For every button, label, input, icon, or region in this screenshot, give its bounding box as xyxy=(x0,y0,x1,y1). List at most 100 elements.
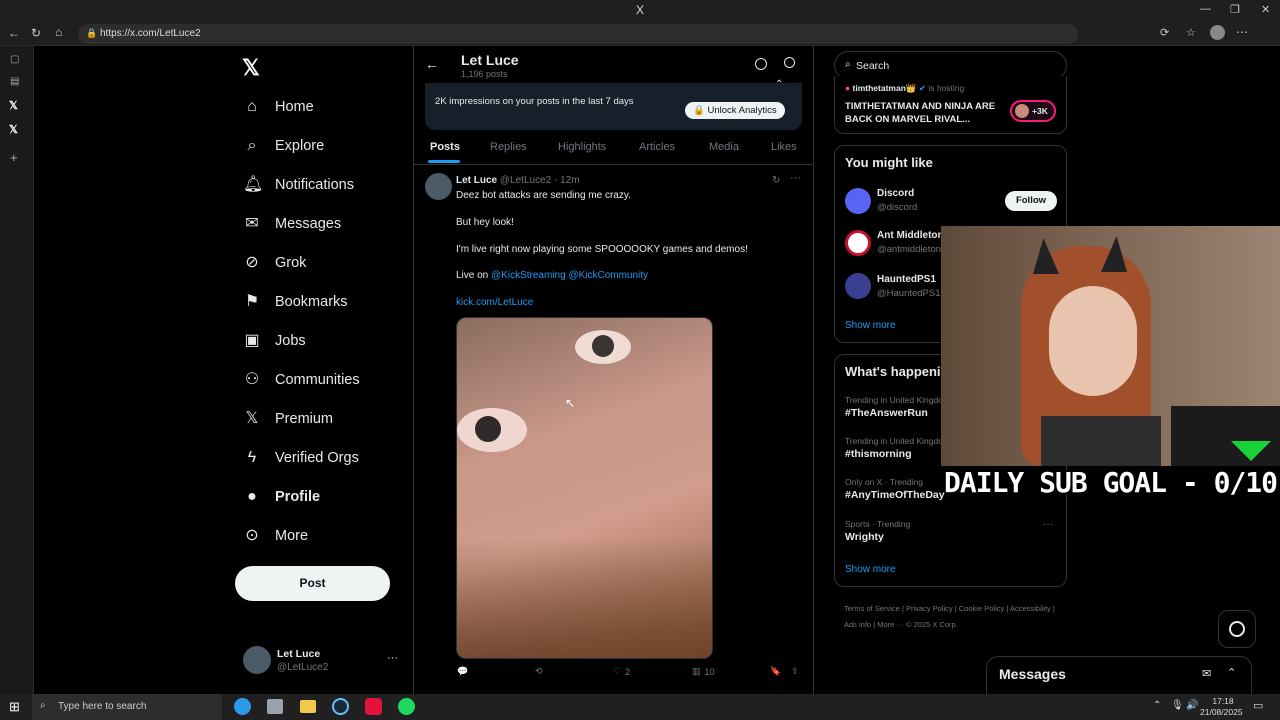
taskbar-search-input[interactable]: Type here to search xyxy=(58,701,146,712)
show-more-link[interactable]: Show more xyxy=(845,320,896,331)
footer-link[interactable]: Ads info xyxy=(844,620,871,629)
tweet-more-icon[interactable]: ··· xyxy=(790,172,801,184)
taskbar-search[interactable]: ⌕ Type here to search xyxy=(32,694,222,720)
spotify-icon[interactable] xyxy=(398,698,415,715)
tray-chevron-icon[interactable]: ⌃ xyxy=(1153,700,1161,711)
footer-link[interactable]: Privacy Policy xyxy=(906,604,953,613)
footer-link[interactable]: Accessibility xyxy=(1010,604,1051,613)
favorites-icon[interactable]: ☆ xyxy=(1186,26,1196,39)
steam-icon[interactable] xyxy=(332,698,349,715)
home-browser-icon[interactable]: ⌂ xyxy=(55,25,62,39)
extensions-icon[interactable]: ⟳ xyxy=(1160,26,1169,39)
footer-link[interactable]: Terms of Service xyxy=(844,604,900,613)
trend-more-icon[interactable]: ··· xyxy=(1043,519,1053,530)
bookmark-button[interactable]: 🔖 xyxy=(770,666,781,677)
tweet-avatar[interactable] xyxy=(425,173,452,200)
back-arrow-icon[interactable]: ← xyxy=(425,56,439,72)
trend-item[interactable]: #TheAnswerRun xyxy=(845,407,928,419)
ant-avatar[interactable] xyxy=(845,230,871,256)
nav-item-premium[interactable]: 𝕏 Premium xyxy=(243,404,333,434)
notifications-tray-icon[interactable]: ▭ xyxy=(1253,699,1263,712)
avatar[interactable] xyxy=(243,646,271,674)
tab-actions-icon[interactable]: ▢ xyxy=(10,54,19,65)
restore-icon[interactable]: ❐ xyxy=(1230,3,1240,16)
x-logo-icon[interactable]: 𝕏 xyxy=(242,55,260,81)
tweet-media-image[interactable] xyxy=(456,317,713,659)
account-menu-icon[interactable]: ··· xyxy=(387,652,398,664)
clock-date[interactable]: 21/08/2025 xyxy=(1200,707,1243,717)
profile-avatar-icon[interactable] xyxy=(1210,25,1225,40)
file-explorer-icon[interactable] xyxy=(300,700,316,713)
record-app-icon[interactable] xyxy=(365,698,382,715)
expand-icon[interactable]: ⌃ xyxy=(1227,666,1236,679)
collapse-icon[interactable]: ⌃ xyxy=(775,79,783,90)
repost-button[interactable]: ⟲ xyxy=(535,666,543,677)
suggested-name[interactable]: Ant Middleton xyxy=(877,230,944,241)
trend-item[interactable]: #thismorning xyxy=(845,448,912,460)
nav-item-notifications[interactable]: 🔔︎ Notifications xyxy=(243,170,354,200)
nav-item-grok[interactable]: ⊘ Grok xyxy=(243,248,306,278)
refresh-icon[interactable]: ↻ xyxy=(31,26,41,40)
edge-icon[interactable] xyxy=(234,698,251,715)
microphone-icon[interactable]: 🎙 xyxy=(1171,700,1184,711)
volume-icon[interactable]: 🔊 xyxy=(1186,700,1198,711)
nav-item-more[interactable]: ⊙ More xyxy=(243,521,308,551)
suggested-name[interactable]: Discord xyxy=(877,188,914,199)
mention-kickstreaming[interactable]: @KickStreaming xyxy=(491,270,566,281)
like-button[interactable]: ♡ 2 xyxy=(613,666,630,677)
tab-likes[interactable]: Likes xyxy=(771,141,797,153)
grok-float-button[interactable] xyxy=(1218,610,1256,648)
tab-collection-icon[interactable]: ▤ xyxy=(10,76,19,87)
mention-kickcommunity[interactable]: @KickCommunity xyxy=(568,270,648,281)
suggested-name[interactable]: HauntedPS1 xyxy=(877,274,936,285)
follow-button[interactable]: Follow xyxy=(1005,191,1057,211)
search-input[interactable]: Search xyxy=(856,60,889,72)
live-space-card[interactable]: ● timthetatman👑 ✔ is hosting TIMTHETATMA… xyxy=(834,76,1067,134)
tab-replies[interactable]: Replies xyxy=(490,141,527,153)
unlock-analytics-button[interactable]: 🔒 Unlock Analytics xyxy=(685,102,785,119)
tab-media[interactable]: Media xyxy=(709,141,739,153)
tab-x-icon[interactable]: 𝕏 xyxy=(9,99,18,112)
nav-item-communities[interactable]: ⚇ Communities xyxy=(243,365,360,395)
footer-link[interactable]: Cookie Policy xyxy=(959,604,1004,613)
nav-item-jobs[interactable]: ▣ Jobs xyxy=(243,326,305,356)
nav-item-messages[interactable]: ✉ Messages xyxy=(243,209,341,239)
minimize-icon[interactable]: — xyxy=(1200,3,1211,15)
close-window-icon[interactable]: ✕ xyxy=(1261,3,1270,16)
tab-articles[interactable]: Articles xyxy=(639,141,675,153)
trend-item[interactable]: #AnyTimeOfTheDay xyxy=(845,489,945,501)
discord-avatar[interactable] xyxy=(845,188,871,214)
notes-app-icon[interactable] xyxy=(267,699,283,714)
nav-item-verified-orgs[interactable]: ϟ Verified Orgs xyxy=(243,443,359,473)
tab-x-icon[interactable]: 𝕏 xyxy=(9,123,18,136)
nav-item-bookmarks[interactable]: ⚑ Bookmarks xyxy=(243,287,348,317)
grok-tweet-icon[interactable]: ↻ xyxy=(772,175,780,186)
views-button[interactable]: ▥ 10 xyxy=(692,666,715,677)
clock-time[interactable]: 17:18 xyxy=(1206,696,1240,706)
messages-drawer[interactable]: Messages ✉ ⌃ xyxy=(986,656,1252,694)
tweet-author[interactable]: Let Luce xyxy=(456,175,497,186)
browser-menu-icon[interactable]: ⋯ xyxy=(1236,25,1248,39)
url-bar[interactable]: 🔒 https://x.com/LetLuce2 xyxy=(78,24,1078,44)
share-button[interactable]: ⇪ xyxy=(791,666,799,677)
nav-item-explore[interactable]: ⌕ Explore xyxy=(243,131,325,161)
tweet-handle[interactable]: @LetLuce2 xyxy=(500,175,551,186)
new-tab-icon[interactable]: + xyxy=(10,150,18,165)
search-profile-icon[interactable] xyxy=(784,57,795,68)
tweet-time[interactable]: · 12m xyxy=(554,175,580,186)
show-more-link[interactable]: Show more xyxy=(845,564,896,575)
reply-button[interactable]: 💬 xyxy=(457,666,468,677)
post-button[interactable]: Post xyxy=(235,566,390,601)
windows-start-icon[interactable]: ⊞ xyxy=(9,699,20,715)
trend-item[interactable]: Wrighty xyxy=(845,531,884,543)
new-message-icon[interactable]: ✉ xyxy=(1202,667,1211,680)
nav-item-home[interactable]: ⌂ Home xyxy=(243,92,314,122)
tweet-link[interactable]: kick.com/LetLuce xyxy=(456,297,533,308)
grok-profile-icon[interactable] xyxy=(755,58,767,70)
tab-posts[interactable]: Posts xyxy=(430,141,460,153)
hauntedps1-avatar[interactable] xyxy=(845,273,871,299)
nav-item-profile[interactable]: ● Profile xyxy=(243,482,320,512)
footer-link[interactable]: More ··· xyxy=(877,620,904,629)
back-icon[interactable]: ← xyxy=(8,26,20,40)
tab-highlights[interactable]: Highlights xyxy=(558,141,606,153)
